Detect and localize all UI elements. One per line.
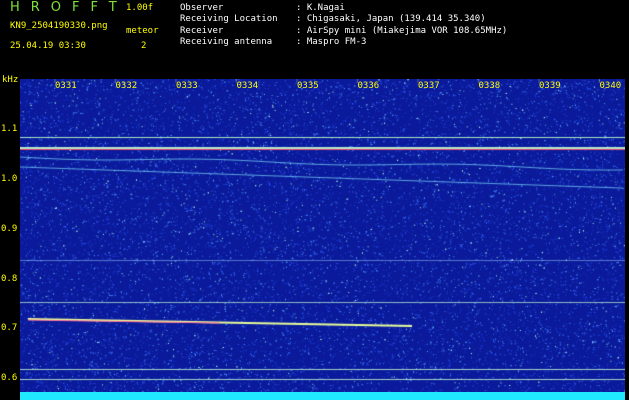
info-row-antenna: Receiving antenna : Maspro FM-3 [180,37,507,48]
station-info: Observer : K.Nagai Receiving Location : Ch… [180,3,507,48]
header-panel: HROFFT 1.00f KN9_2504190330.png meteor 2… [0,0,170,74]
x-tick-label: 0331 [55,81,77,91]
x-tick-label: 0335 [297,81,319,91]
info-row-location: Receiving Location : Chigasaki, Japan (13… [180,14,507,25]
info-row-receiver: Receiver : AirSpy mini (Miakejima VOR 108… [180,26,507,37]
x-tick-label: 0340 [599,81,622,91]
info-row-observer: Observer : K.Nagai [180,3,507,14]
x-tick-label: 0334 [236,81,259,91]
info-key: Observer [180,3,224,13]
y-tick-label: 0.9 [1,224,18,234]
y-tick-label: 0.6 [1,373,18,383]
bottom-band [20,392,625,400]
info-value: : AirSpy mini (Miakejima VOR 108.65MHz) [296,25,508,36]
y-tick-label: 0.7 [1,323,18,333]
y-tick-label: 0.8 [1,274,18,284]
app-logo: HROFFT [10,0,128,15]
y-axis-unit: kHz [2,75,19,85]
info-value: : Maspro FM-3 [296,36,367,47]
x-tick-label: 0337 [418,81,440,91]
y-tick-label: 1.1 [1,124,18,134]
x-tick-label: 0338 [478,81,501,91]
spectrogram-canvas [20,79,625,395]
info-key: Receiving antenna [180,36,273,47]
meteor-count: 2 [141,41,147,51]
x-tick-label: 0336 [357,81,380,91]
x-tick-label: 0333 [176,81,198,91]
info-key: Receiving Location [180,14,278,25]
meteor-label: meteor [126,26,159,36]
info-value: : K.Nagai [296,3,345,13]
x-tick-label: 0339 [539,81,561,91]
info-value: : Chigasaki, Japan (139.414 35.340) [296,14,486,25]
y-tick-label: 1.0 [1,174,18,184]
info-key: Receiver [180,25,224,36]
x-tick-label: 0332 [115,81,138,91]
version-label: 1.00f [126,3,154,13]
datetime-label: 25.04.19 03:30 [10,41,86,51]
filename-label: KN9_2504190330.png [10,21,108,31]
